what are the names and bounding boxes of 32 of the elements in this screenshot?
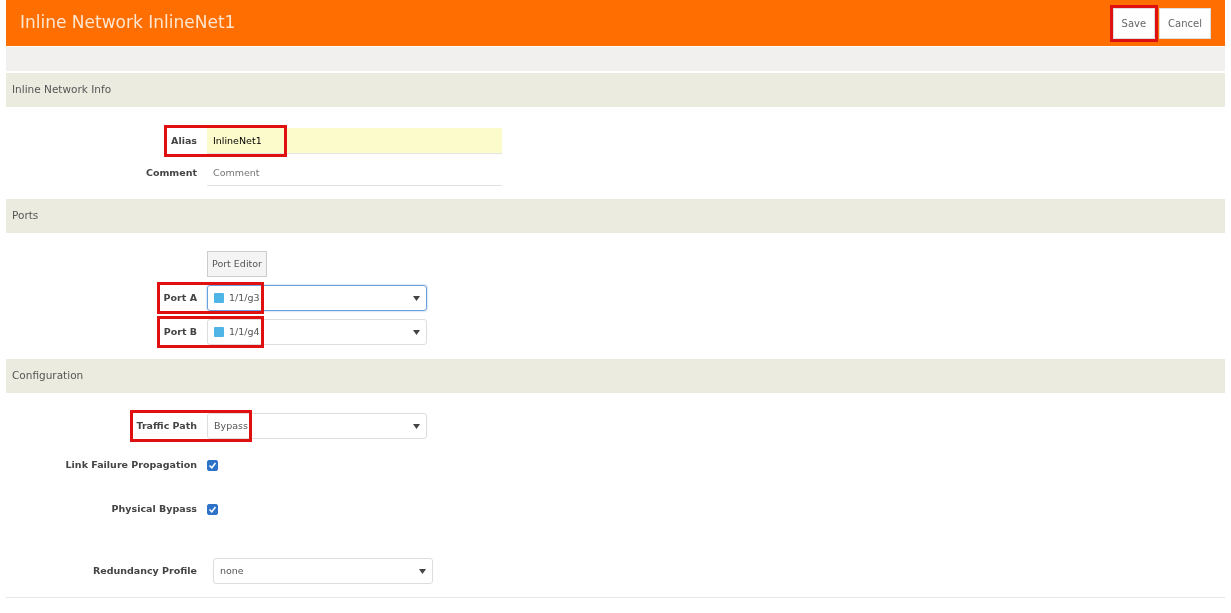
checkbox[interactable] <box>207 503 218 515</box>
dropdown-value: Bypass <box>214 418 248 433</box>
dropdown[interactable]: 1/1/g3 <box>207 285 427 311</box>
section-title: Configuration <box>12 368 84 384</box>
dropdown-value: 1/1/g3 <box>229 290 260 305</box>
field-label: Port A <box>162 290 198 305</box>
caret-icon <box>413 295 420 301</box>
field-label: Port B <box>162 324 198 339</box>
dropdown[interactable]: 1/1/g4 <box>207 319 427 345</box>
header-button[interactable]: Save <box>1112 7 1156 39</box>
dropdown-value: 1/1/g4 <box>229 324 260 339</box>
field-label: Physical Bypass <box>110 501 198 516</box>
caret-icon <box>419 568 426 574</box>
page-title: Inline Network InlineNet1 <box>20 11 236 35</box>
section-title: Ports <box>12 208 39 224</box>
input-field[interactable]: InlineNet1 <box>207 128 502 154</box>
field-label: Redundancy Profile <box>91 563 198 578</box>
dropdown-value: none <box>220 563 244 578</box>
field-label: Traffic Path <box>135 418 198 433</box>
checkbox[interactable] <box>207 459 218 471</box>
port-icon <box>214 293 224 303</box>
dropdown[interactable]: none <box>213 558 433 584</box>
port-editor-button[interactable]: Port Editor <box>207 250 267 278</box>
dropdown[interactable]: Bypass <box>207 413 427 439</box>
field-label: Comment <box>144 165 198 180</box>
field-label: Link Failure Propagation <box>64 457 198 472</box>
section-title: Inline Network Info <box>12 82 112 98</box>
header-button[interactable]: Cancel <box>1159 7 1211 39</box>
field-label: Alias <box>170 133 198 148</box>
caret-icon <box>413 329 420 335</box>
port-icon <box>214 327 224 337</box>
caret-icon <box>413 423 420 429</box>
